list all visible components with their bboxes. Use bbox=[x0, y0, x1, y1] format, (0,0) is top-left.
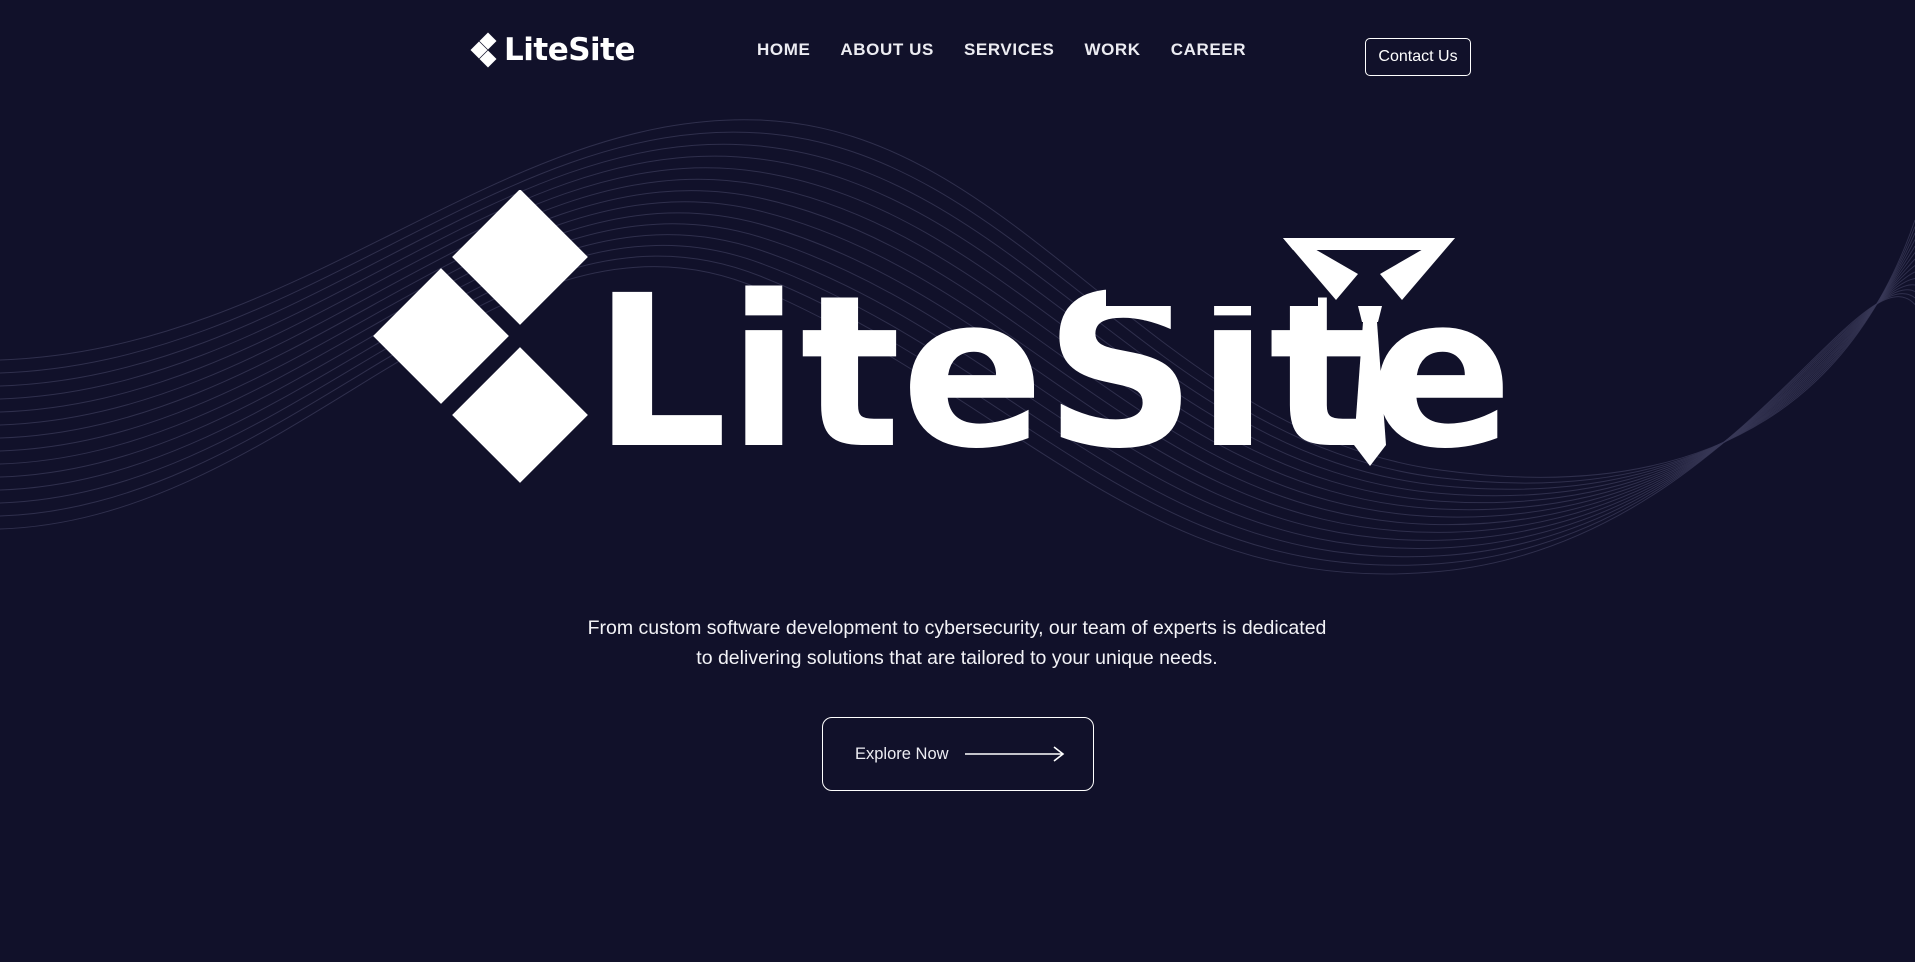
hero-diamond-mark-icon bbox=[373, 190, 588, 483]
nav-item-home[interactable]: HOME bbox=[757, 40, 810, 60]
nav-item-about-us[interactable]: ABOUT US bbox=[840, 40, 934, 60]
hero-tagline-line-2: to delivering solutions that are tailore… bbox=[696, 646, 1218, 669]
page: LiteSite HOME ABOUT US SERVICES WORK CAR… bbox=[0, 0, 1915, 962]
nav-item-career[interactable]: CAREER bbox=[1171, 40, 1246, 60]
header-logo-text: LiteSite bbox=[504, 32, 636, 68]
contact-us-button[interactable]: Contact Us bbox=[1365, 38, 1471, 76]
header-logo[interactable]: LiteSite bbox=[470, 28, 636, 72]
arrow-right-icon bbox=[964, 746, 1064, 762]
hero-logo: LiteSite bbox=[373, 190, 1513, 495]
diamond-logo-icon bbox=[470, 32, 497, 68]
main-nav: HOME ABOUT US SERVICES WORK CAREER bbox=[757, 40, 1246, 60]
explore-now-label: Explore Now bbox=[855, 744, 949, 763]
site-header: LiteSite HOME ABOUT US SERVICES WORK CAR… bbox=[0, 0, 1915, 110]
nav-item-work[interactable]: WORK bbox=[1084, 40, 1140, 60]
hero-tagline: From custom software development to cybe… bbox=[557, 613, 1357, 673]
nav-item-services[interactable]: SERVICES bbox=[964, 40, 1054, 60]
hero-tagline-line-1: From custom software development to cybe… bbox=[587, 616, 1327, 639]
explore-now-button[interactable]: Explore Now bbox=[822, 717, 1094, 791]
